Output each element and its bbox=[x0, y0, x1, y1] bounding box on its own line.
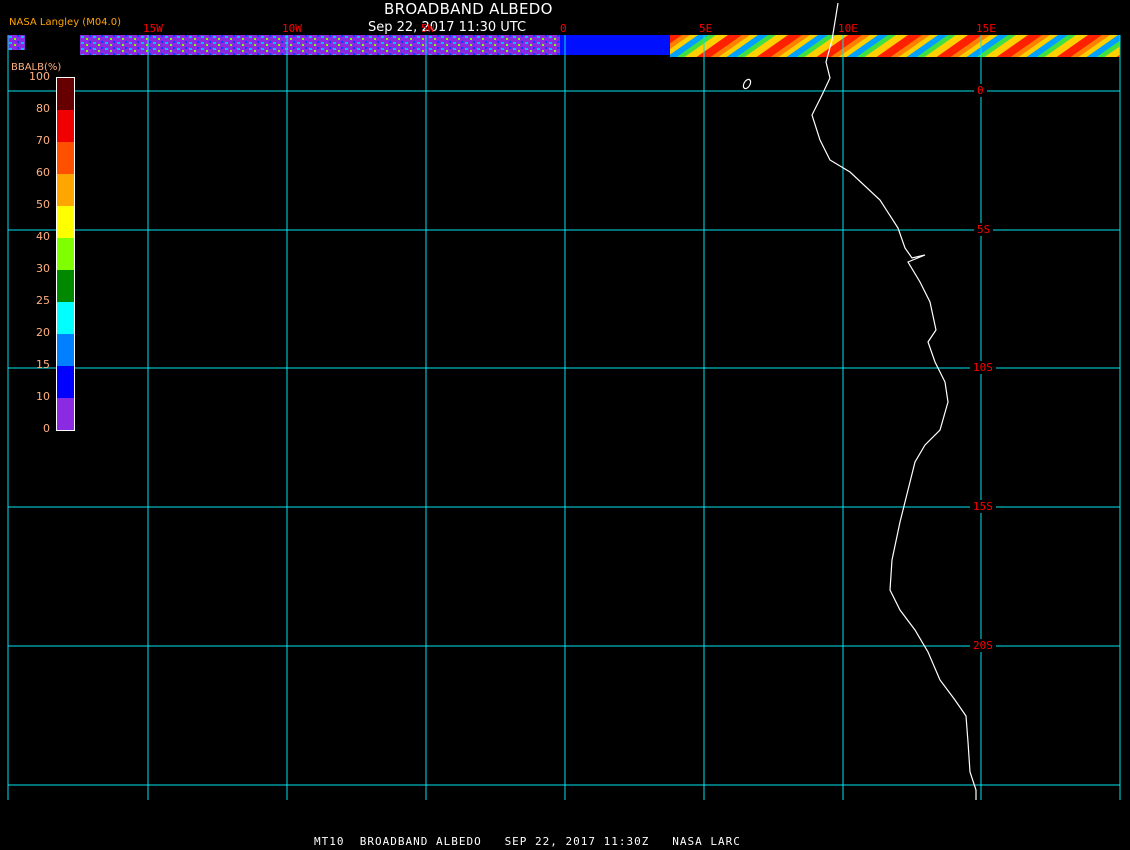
longitude-label: 5W bbox=[421, 22, 435, 35]
legend-tick-label: 0 bbox=[43, 422, 50, 435]
color-bar-segment bbox=[57, 110, 74, 142]
color-bar-segment bbox=[57, 398, 74, 430]
legend-tick-label: 100 bbox=[29, 70, 50, 83]
legend-tick-label: 40 bbox=[36, 230, 50, 243]
longitude-label: 5E bbox=[699, 22, 713, 35]
color-bar-segment bbox=[57, 302, 74, 334]
coastline bbox=[811, 2, 977, 800]
color-bar bbox=[56, 77, 75, 431]
longitude-label: 10E bbox=[838, 22, 858, 35]
legend-tick-label: 30 bbox=[36, 262, 50, 275]
map-canvas bbox=[7, 2, 1121, 800]
color-bar-segment bbox=[57, 238, 74, 270]
legend-tick-label: 25 bbox=[36, 294, 50, 307]
footer-caption: MT10 BROADBAND ALBEDO SEP 22, 2017 11:30… bbox=[314, 835, 741, 848]
color-bar-segment bbox=[57, 78, 74, 110]
legend-tick-label: 70 bbox=[36, 134, 50, 147]
color-bar-segment bbox=[57, 334, 74, 366]
latitude-label: 20S bbox=[970, 639, 996, 652]
island bbox=[742, 78, 752, 90]
color-bar-segment bbox=[57, 206, 74, 238]
legend-tick-label: 60 bbox=[36, 166, 50, 179]
longitude-label: 0 bbox=[560, 22, 567, 35]
color-bar-segment bbox=[57, 142, 74, 174]
legend-tick-label: 15 bbox=[36, 358, 50, 371]
legend-tick-label: 10 bbox=[36, 390, 50, 403]
longitude-label: 10W bbox=[282, 22, 302, 35]
latitude-label: 0 bbox=[974, 84, 987, 97]
longitude-label: 15W bbox=[143, 22, 163, 35]
latitude-label: 15S bbox=[970, 500, 996, 513]
color-bar-segment bbox=[57, 270, 74, 302]
legend-tick-label: 50 bbox=[36, 198, 50, 211]
legend-tick-label: 80 bbox=[36, 102, 50, 115]
longitude-label: 15E bbox=[976, 22, 996, 35]
color-bar-segment bbox=[57, 174, 74, 206]
latitude-label: 10S bbox=[970, 361, 996, 374]
color-bar-segment bbox=[57, 366, 74, 398]
legend-tick-label: 20 bbox=[36, 326, 50, 339]
latitude-label: 5S bbox=[974, 223, 994, 236]
